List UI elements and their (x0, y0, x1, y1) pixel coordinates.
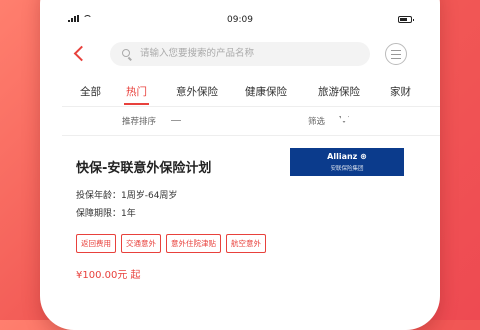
sort-dropdown[interactable]: 推荐排序 (122, 115, 156, 127)
status-bar: 09:09 (40, 10, 440, 32)
status-time: 09:09 (227, 15, 253, 25)
search-placeholder: 请输入您要搜索的产品名称 (140, 48, 255, 59)
tab-home[interactable]: 家财 (390, 84, 411, 99)
brand-name: Allianz ⊛ (327, 152, 367, 161)
tag: 意外住院津贴 (166, 234, 221, 253)
filter-dropdown[interactable]: 筛选 (308, 115, 325, 127)
brand-logo: Allianz ⊛ 安联保险集团 (290, 148, 404, 176)
tag: 交通意外 (121, 234, 161, 253)
category-tabs: 全部 热门 意外保险 健康保险 旅游保险 家财 (40, 80, 440, 106)
product-card[interactable]: 快保-安联意外保险计划 Allianz ⊛ 安联保险集团 投保年龄：1周岁-64… (40, 142, 440, 302)
sort-divider (62, 135, 440, 136)
back-icon[interactable] (70, 44, 90, 64)
search-input[interactable]: 请输入您要搜索的产品名称 (110, 42, 370, 66)
sort-bar: 推荐排序 筛选 (40, 111, 440, 131)
filter-icon[interactable] (385, 43, 407, 65)
battery-icon (398, 16, 414, 23)
tag: 返回费用 (76, 234, 116, 253)
tab-health[interactable]: 健康保险 (245, 84, 287, 99)
tabs-divider (62, 106, 440, 107)
search-bar: 请输入您要搜索的产品名称 (40, 36, 440, 72)
tab-all[interactable]: 全部 (80, 84, 101, 99)
tag: 航空意外 (226, 234, 266, 253)
tab-accident[interactable]: 意外保险 (176, 84, 218, 99)
sort-arrow-icon (171, 120, 181, 121)
product-price: ¥100.00元 起 (76, 270, 141, 281)
age-range: 投保年龄：1周岁-64周岁 (76, 191, 178, 201)
product-title[interactable]: 快保-安联意外保险计划 (76, 157, 211, 176)
tab-travel[interactable]: 旅游保险 (318, 84, 360, 99)
phone-frame: 09:09 请输入您要搜索的产品名称 全部 热门 意外保险 健康保险 旅游保险 … (40, 0, 440, 330)
feature-tags: 返回费用 交通意外 意外住院津贴 航空意外 (76, 234, 266, 253)
search-icon (122, 49, 130, 57)
brand-subtitle: 安联保险集团 (330, 166, 364, 172)
tab-hot[interactable]: 热门 (124, 84, 149, 105)
funnel-icon[interactable] (339, 115, 349, 123)
coverage-period: 保障期限：1年 (76, 209, 136, 219)
